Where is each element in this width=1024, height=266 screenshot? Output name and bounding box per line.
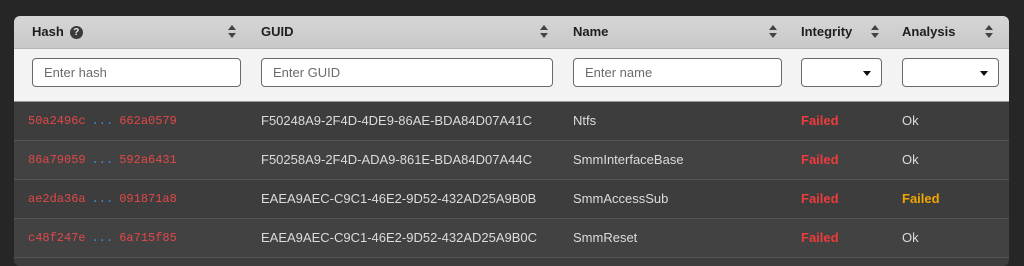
analysis-status: Ok [902, 152, 919, 167]
analysis-status: Failed [902, 191, 940, 206]
hash-cell[interactable]: ae2da36a... 091871a8 [28, 180, 177, 218]
guid-cell: F50248A9-2F4D-4DE9-86AE-BDA84D07A41C [261, 113, 532, 128]
hash-start: ae2da36a [28, 192, 86, 206]
hash-cell[interactable]: 86a79059... 592a6431 [28, 141, 177, 179]
hash-separator: ... [91, 153, 114, 167]
table-body: 50a2496c... 662a0579 F50248A9-2F4D-4DE9-8… [14, 102, 1009, 258]
analysis-status: Ok [902, 230, 919, 245]
integrity-filter-select[interactable] [801, 58, 882, 87]
hash-cell[interactable]: 50a2496c... 662a0579 [28, 102, 177, 140]
analysis-status: Ok [902, 113, 919, 128]
name-cell: SmmAccessSub [573, 191, 669, 206]
hash-start: 50a2496c [28, 114, 86, 128]
table-row[interactable]: 86a79059... 592a6431 F50258A9-2F4D-ADA9-8… [14, 141, 1009, 180]
hash-cell[interactable]: c48f247e... 6a715f85 [28, 219, 177, 257]
name-filter-input[interactable] [573, 58, 782, 87]
hash-end: 662a0579 [119, 114, 177, 128]
chevron-down-icon [980, 71, 988, 76]
column-header-name[interactable]: Name [573, 16, 608, 48]
integrity-status: Failed [801, 191, 839, 206]
help-icon[interactable]: ? [69, 26, 83, 39]
column-label-name: Name [573, 24, 609, 39]
hash-separator: ... [91, 114, 114, 128]
column-label-hash: Hash [32, 24, 64, 39]
table-row[interactable]: c48f247e... 6a715f85 EAEA9AEC-C9C1-46E2-9… [14, 219, 1009, 258]
name-cell: Ntfs [573, 113, 597, 128]
guid-filter-input[interactable] [261, 58, 553, 87]
column-label-analysis: Analysis [902, 24, 956, 39]
column-header-guid[interactable]: GUID [261, 16, 294, 48]
column-header-hash[interactable]: Hash? [32, 16, 83, 48]
hash-end: 6a715f85 [119, 231, 177, 245]
integrity-status: Failed [801, 113, 839, 128]
analysis-filter-select[interactable] [902, 58, 999, 87]
guid-cell: F50258A9-2F4D-ADA9-861E-BDA84D07A44C [261, 152, 532, 167]
table-header: Hash? GUID Name Integrity Analysis [14, 16, 1009, 49]
column-header-integrity[interactable]: Integrity [801, 16, 852, 48]
chevron-down-icon [863, 71, 871, 76]
table-row[interactable]: ae2da36a... 091871a8 EAEA9AEC-C9C1-46E2-9… [14, 180, 1009, 219]
column-header-analysis[interactable]: Analysis [902, 16, 955, 48]
table-row[interactable]: 50a2496c... 662a0579 F50248A9-2F4D-4DE9-8… [14, 102, 1009, 141]
hash-start: c48f247e [28, 231, 86, 245]
hash-separator: ... [91, 231, 114, 245]
firmware-table: Hash? GUID Name Integrity Analysis Enter… [14, 16, 1009, 266]
integrity-status: Failed [801, 152, 839, 167]
column-label-integrity: Integrity [801, 24, 853, 39]
column-label-guid: GUID [261, 24, 294, 39]
name-cell: SmmInterfaceBase [573, 152, 684, 167]
hash-separator: ... [91, 192, 114, 206]
hash-end: 592a6431 [119, 153, 177, 167]
hash-end: 091871a8 [119, 192, 177, 206]
integrity-status: Failed [801, 230, 839, 245]
name-cell: SmmReset [573, 230, 638, 245]
guid-cell: EAEA9AEC-C9C1-46E2-9D52-432AD25A9B0C [261, 230, 538, 245]
hash-filter-input[interactable] [32, 58, 241, 87]
hash-start: 86a79059 [28, 153, 86, 167]
guid-cell: EAEA9AEC-C9C1-46E2-9D52-432AD25A9B0B [261, 191, 537, 206]
